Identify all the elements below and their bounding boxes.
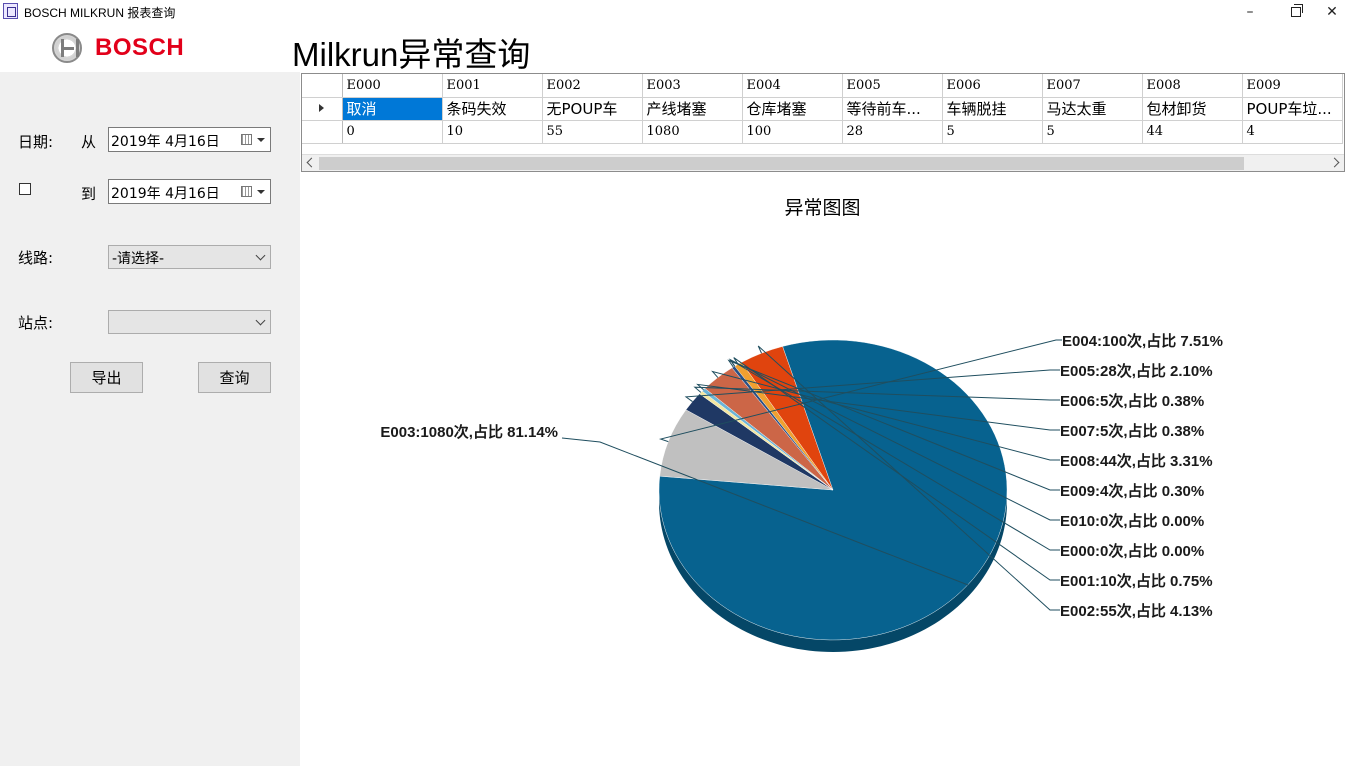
table-cell[interactable]: 条码失效 — [442, 97, 543, 121]
row-selector[interactable] — [302, 97, 343, 121]
table-cell[interactable]: 5 — [1042, 120, 1143, 144]
table-cell[interactable]: 100 — [742, 120, 843, 144]
table-cell[interactable]: 等待前车... — [842, 97, 943, 121]
line-select-value: -请选择- — [112, 251, 165, 267]
chevron-down-icon — [255, 250, 266, 261]
query-button[interactable]: 查询 — [198, 362, 271, 393]
table-cell[interactable]: 5 — [942, 120, 1043, 144]
pie-label-E008: E008:44次,占比 3.31% — [1060, 452, 1213, 470]
table-cell[interactable]: 产线堵塞 — [642, 97, 743, 121]
table-cell[interactable]: 取消 — [342, 97, 443, 121]
pie-label-E001: E001:10次,占比 0.75% — [1060, 572, 1213, 590]
column-header[interactable]: E000 — [342, 74, 443, 98]
table-cell[interactable]: 车辆脱挂 — [942, 97, 1043, 121]
pie-chart: E000:0次,占比 0.00% E001:10次,占比 0.75% E002:55… — [380, 332, 1223, 652]
pie-label-E007: E007:5次,占比 0.38% — [1060, 422, 1204, 440]
column-header[interactable]: E008 — [1142, 74, 1243, 98]
column-header[interactable]: E006 — [942, 74, 1043, 98]
grid-corner — [302, 74, 343, 98]
row-pointer-icon — [319, 104, 325, 112]
calendar-icon — [241, 186, 252, 197]
pie-label-E010: E010:0次,占比 0.00% — [1060, 512, 1204, 530]
table-row[interactable]: 0 10 55 1080 100 28 5 5 44 4 — [302, 120, 1343, 144]
date-label: 日期: — [18, 133, 54, 151]
table-cell[interactable]: 4 — [1242, 120, 1343, 144]
to-date-value: 2019年 4月16日 — [111, 186, 220, 202]
table-cell[interactable]: 28 — [842, 120, 943, 144]
column-header[interactable]: E004 — [742, 74, 843, 98]
close-button[interactable]: ✕ — [1319, 0, 1345, 24]
table-cell[interactable]: 1080 — [642, 120, 743, 144]
table-cell[interactable]: 10 — [442, 120, 543, 144]
page-title: Milkrun异常查询 — [292, 36, 531, 73]
chevron-down-icon — [255, 315, 266, 326]
table-cell[interactable]: 44 — [1142, 120, 1243, 144]
pie-label-E000: E000:0次,占比 0.00% — [1060, 542, 1204, 560]
pie-label-E004: E004:100次,占比 7.51% — [1062, 332, 1223, 350]
column-header[interactable]: E003 — [642, 74, 743, 98]
grid-header-row: E000 E001 E002 E003 E004 E005 E006 E007 … — [302, 74, 1343, 98]
column-header[interactable]: E005 — [842, 74, 943, 98]
bosch-armature-icon — [52, 33, 82, 63]
dropdown-arrow-icon — [257, 190, 265, 194]
from-label: 从 — [81, 133, 97, 151]
station-label: 站点: — [18, 314, 54, 332]
line-select[interactable]: -请选择- — [108, 245, 271, 269]
table-cell[interactable]: 0 — [342, 120, 443, 144]
column-header[interactable]: E002 — [542, 74, 643, 98]
dropdown-arrow-icon — [257, 138, 265, 142]
column-header[interactable]: E009 — [1242, 74, 1343, 98]
pie-label-E006: E006:5次,占比 0.38% — [1060, 392, 1204, 410]
title-bar: BOSCH MILKRUN 报表查询 – ✕ — [0, 0, 1345, 24]
to-label: 到 — [81, 185, 97, 203]
table-cell[interactable]: POUP车垃... — [1242, 97, 1343, 121]
app-icon — [3, 3, 18, 19]
window-title: BOSCH MILKRUN 报表查询 — [24, 6, 176, 20]
date-range-checkbox[interactable] — [19, 183, 31, 195]
pie-label-E002: E002:55次,占比 4.13% — [1060, 602, 1213, 620]
pie-label-E005: E005:28次,占比 2.10% — [1060, 362, 1213, 380]
scroll-left-icon[interactable] — [306, 157, 317, 168]
minimize-button[interactable]: – — [1227, 0, 1273, 24]
column-header[interactable]: E001 — [442, 74, 543, 98]
brand-name: BOSCH — [95, 34, 185, 61]
bosch-logo: BOSCH — [52, 32, 184, 64]
scrollbar-thumb[interactable] — [319, 157, 1244, 170]
table-row[interactable]: 取消 条码失效 无POUP车 产线堵塞 仓库堵塞 等待前车... 车辆脱挂 马达… — [302, 97, 1343, 121]
scroll-right-icon[interactable] — [1329, 157, 1340, 168]
table-cell[interactable]: 55 — [542, 120, 643, 144]
from-date-picker[interactable]: 2019年 4月16日 — [108, 127, 271, 152]
pie-label-E003: E003:1080次,占比 81.14% — [380, 423, 558, 441]
to-date-picker[interactable]: 2019年 4月16日 — [108, 179, 271, 204]
table-cell[interactable]: 马达太重 — [1042, 97, 1143, 121]
pie-label-E009: E009:4次,占比 0.30% — [1060, 482, 1204, 500]
horizontal-scrollbar[interactable] — [302, 154, 1344, 171]
line-label: 线路: — [18, 249, 54, 267]
maximize-button[interactable] — [1273, 0, 1319, 24]
restore-icon — [1291, 4, 1303, 17]
station-select[interactable] — [108, 310, 271, 334]
filter-panel — [0, 72, 300, 766]
column-header[interactable]: E007 — [1042, 74, 1143, 98]
calendar-icon — [241, 134, 252, 145]
from-date-value: 2019年 4月16日 — [111, 134, 220, 150]
export-button[interactable]: 导出 — [70, 362, 143, 393]
table-cell[interactable]: 无POUP车 — [542, 97, 643, 121]
abnormal-data-grid[interactable]: E000 E001 E002 E003 E004 E005 E006 E007 … — [301, 73, 1345, 172]
row-selector[interactable] — [302, 120, 343, 144]
table-cell[interactable]: 仓库堵塞 — [742, 97, 843, 121]
table-cell[interactable]: 包材卸货 — [1142, 97, 1243, 121]
grid-table: E000 E001 E002 E003 E004 E005 E006 E007 … — [302, 74, 1343, 144]
